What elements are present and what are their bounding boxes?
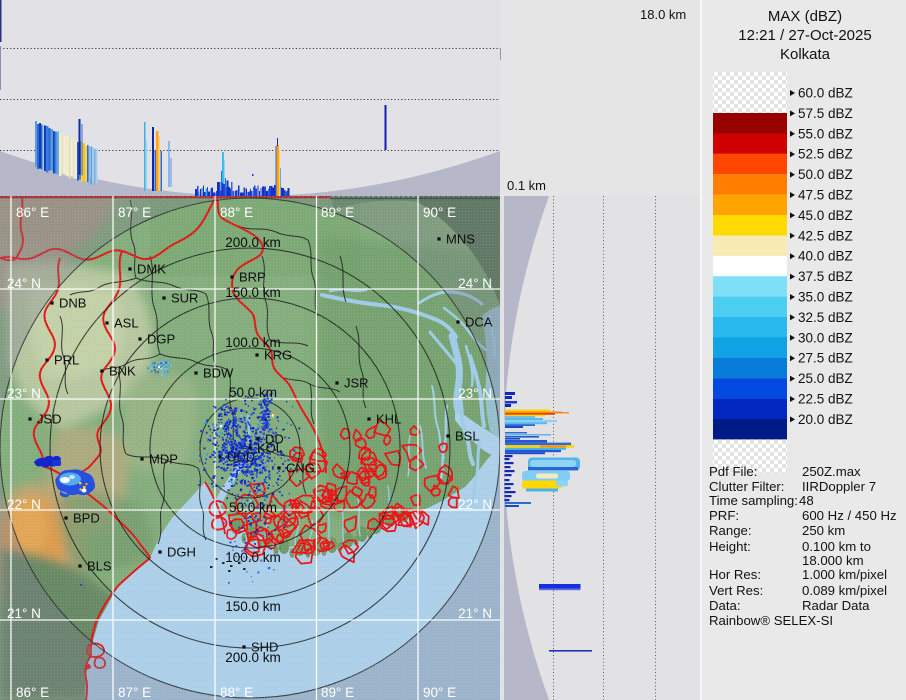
svg-text:22° N: 22° N bbox=[458, 497, 492, 512]
svg-text:100.0 km: 100.0 km bbox=[225, 550, 281, 565]
svg-text:37.5 dBZ: 37.5 dBZ bbox=[798, 269, 853, 284]
svg-text:KRG: KRG bbox=[264, 348, 292, 363]
svg-text:PRF:: PRF: bbox=[709, 508, 739, 523]
svg-text:Height:: Height: bbox=[709, 539, 751, 554]
svg-text:20.0 dBZ: 20.0 dBZ bbox=[798, 412, 853, 427]
svg-text:KOL: KOL bbox=[257, 441, 283, 456]
svg-text:250 km: 250 km bbox=[802, 523, 845, 538]
svg-text:47.5 dBZ: 47.5 dBZ bbox=[798, 188, 853, 203]
svg-text:DGP: DGP bbox=[147, 332, 175, 347]
svg-text:150.0 km: 150.0 km bbox=[225, 599, 281, 614]
svg-text:MDP: MDP bbox=[149, 452, 178, 467]
svg-text:18.000 km: 18.000 km bbox=[802, 553, 864, 568]
svg-text:87° E: 87° E bbox=[118, 205, 151, 220]
svg-text:21° N: 21° N bbox=[7, 606, 41, 621]
svg-text:BLS: BLS bbox=[87, 559, 112, 574]
svg-text:BDW: BDW bbox=[203, 366, 234, 381]
svg-text:30.0 dBZ: 30.0 dBZ bbox=[798, 330, 853, 345]
svg-text:24° N: 24° N bbox=[7, 276, 41, 291]
svg-text:0.100 km to: 0.100 km to bbox=[802, 539, 871, 554]
svg-text:90° E: 90° E bbox=[423, 205, 456, 220]
svg-text:600 Hz / 450 Hz: 600 Hz / 450 Hz bbox=[802, 508, 897, 523]
svg-text:50.0 dBZ: 50.0 dBZ bbox=[798, 167, 853, 182]
svg-text:ASL: ASL bbox=[114, 316, 139, 331]
svg-text:Time sampling:: Time sampling: bbox=[709, 493, 798, 508]
svg-text:MNS: MNS bbox=[446, 232, 475, 247]
svg-text:Data:: Data: bbox=[709, 598, 741, 613]
svg-text:55.0 dBZ: 55.0 dBZ bbox=[798, 126, 853, 141]
svg-text:50.0 km: 50.0 km bbox=[229, 500, 277, 515]
svg-text:Clutter Filter:: Clutter Filter: bbox=[709, 479, 784, 494]
svg-text:SUR: SUR bbox=[171, 291, 198, 306]
svg-text:DCA: DCA bbox=[465, 315, 493, 330]
svg-text:Pdf File:: Pdf File: bbox=[709, 464, 757, 479]
svg-text:60.0 dBZ: 60.0 dBZ bbox=[798, 86, 853, 101]
svg-text:Rainbow® SELEX-SI: Rainbow® SELEX-SI bbox=[709, 613, 833, 628]
svg-text:IIRDoppler 7: IIRDoppler 7 bbox=[802, 479, 876, 494]
svg-text:SHD: SHD bbox=[251, 640, 278, 655]
svg-text:23° N: 23° N bbox=[7, 386, 41, 401]
svg-text:Radar Data: Radar Data bbox=[802, 598, 870, 613]
svg-text:DNB: DNB bbox=[59, 296, 86, 311]
svg-text:25.0 dBZ: 25.0 dBZ bbox=[798, 371, 853, 386]
svg-text:0.089 km/pixel: 0.089 km/pixel bbox=[802, 583, 887, 598]
svg-text:JSR: JSR bbox=[344, 376, 369, 391]
svg-text:88° E: 88° E bbox=[220, 685, 253, 700]
svg-text:86° E: 86° E bbox=[16, 205, 49, 220]
svg-text:UDD: UDD bbox=[227, 450, 255, 465]
svg-text:DMK: DMK bbox=[137, 262, 166, 277]
svg-text:Range:: Range: bbox=[709, 523, 752, 538]
svg-text:35.0 dBZ: 35.0 dBZ bbox=[798, 290, 853, 305]
svg-text:1.000 km/pixel: 1.000 km/pixel bbox=[802, 567, 887, 582]
svg-text:KHL: KHL bbox=[376, 412, 401, 427]
svg-text:24° N: 24° N bbox=[458, 276, 492, 291]
svg-text:88° E: 88° E bbox=[220, 205, 253, 220]
svg-text:BRP: BRP bbox=[239, 270, 266, 285]
svg-text:21° N: 21° N bbox=[458, 606, 492, 621]
svg-text:52.5 dBZ: 52.5 dBZ bbox=[798, 147, 853, 162]
svg-text:BNK: BNK bbox=[109, 364, 136, 379]
svg-text:Vert Res:: Vert Res: bbox=[709, 583, 763, 598]
svg-text:57.5 dBZ: 57.5 dBZ bbox=[798, 106, 853, 121]
svg-text:BSL: BSL bbox=[455, 429, 480, 444]
svg-text:89° E: 89° E bbox=[321, 205, 354, 220]
svg-text:89° E: 89° E bbox=[321, 685, 354, 700]
svg-text:86° E: 86° E bbox=[16, 685, 49, 700]
svg-text:DGH: DGH bbox=[167, 545, 196, 560]
svg-text:23° N: 23° N bbox=[458, 386, 492, 401]
svg-text:48: 48 bbox=[799, 493, 814, 508]
svg-text:150.0 km: 150.0 km bbox=[225, 285, 281, 300]
svg-text:PRL: PRL bbox=[54, 353, 79, 368]
svg-text:27.5 dBZ: 27.5 dBZ bbox=[798, 351, 853, 366]
svg-text:22.5 dBZ: 22.5 dBZ bbox=[798, 392, 853, 407]
svg-text:250Z.max: 250Z.max bbox=[802, 464, 861, 479]
svg-text:40.0 dBZ: 40.0 dBZ bbox=[798, 249, 853, 264]
svg-text:87° E: 87° E bbox=[118, 685, 151, 700]
svg-text:BPD: BPD bbox=[73, 511, 100, 526]
svg-text:Hor Res:: Hor Res: bbox=[709, 567, 761, 582]
svg-text:90° E: 90° E bbox=[423, 685, 456, 700]
svg-text:32.5 dBZ: 32.5 dBZ bbox=[798, 310, 853, 325]
svg-text:22° N: 22° N bbox=[7, 497, 41, 512]
svg-text:42.5 dBZ: 42.5 dBZ bbox=[798, 228, 853, 243]
svg-text:JSD: JSD bbox=[37, 412, 62, 427]
svg-text:50.0 km: 50.0 km bbox=[229, 385, 277, 400]
svg-text:200.0 km: 200.0 km bbox=[225, 235, 281, 250]
svg-text:CNG: CNG bbox=[286, 461, 315, 476]
svg-text:45.0 dBZ: 45.0 dBZ bbox=[798, 208, 853, 223]
